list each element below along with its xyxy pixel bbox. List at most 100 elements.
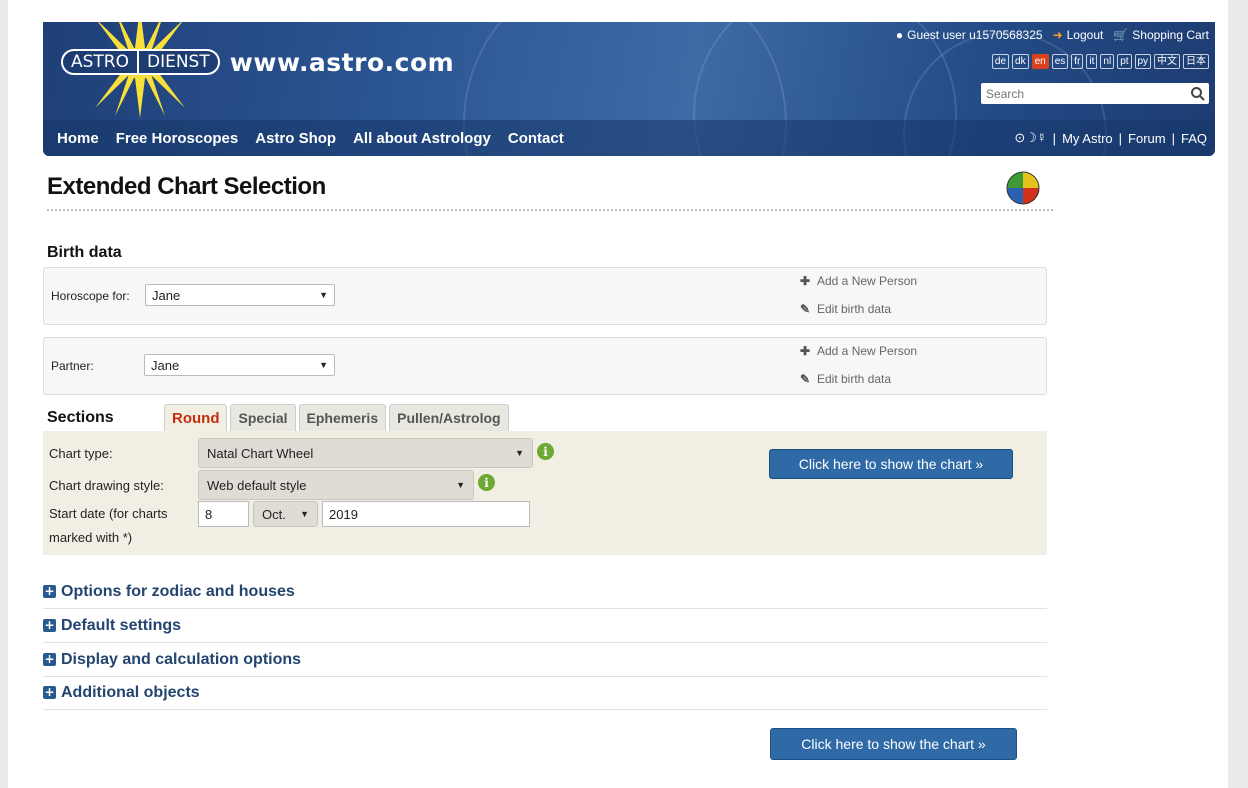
section-tabs: Round Special Ephemeris Pullen/Astrolog [164,404,509,431]
user-bar: ● Guest user u1570568325 ➜ Logout 🛒 Shop… [896,28,1209,42]
accordion-title: Default settings [61,616,182,634]
lang-ru[interactable]: ру [1134,54,1151,69]
user-name: Guest user u1570568325 [907,28,1043,42]
start-day-input[interactable]: 8 [198,501,249,527]
round-tab-panel: Chart type: Natal Chart Wheel ▼ i Chart … [43,431,1047,555]
chevron-down-icon: ▼ [515,448,524,458]
chart-type-select[interactable]: Natal Chart Wheel ▼ [198,438,533,468]
lang-es[interactable]: es [1051,54,1069,69]
lang-de[interactable]: de [991,54,1010,69]
nav-astro-shop[interactable]: Astro Shop [255,130,336,147]
lang-nl[interactable]: nl [1100,54,1115,69]
search-input[interactable] [981,86,1181,101]
add-new-person-label: Add a New Person [817,274,918,288]
horoscope-for-value: Jane [152,287,181,303]
partner-box: Partner: Jane ▼ ✚ Add a New Person ✎ Edi… [43,337,1047,395]
nav-contact[interactable]: Contact [508,130,564,147]
site-logo[interactable]: ASTRO DIENST www.astro.com [61,47,455,77]
shopping-cart-link[interactable]: Shopping Cart [1132,28,1209,42]
edit-birth-data-label: Edit birth data [817,302,892,316]
nav-faq[interactable]: FAQ [1181,131,1207,146]
nav-separator: | [1171,130,1175,146]
user-icon: ● [895,28,904,42]
birth-data-heading: Birth data [47,244,122,261]
chevron-down-icon: ▼ [456,480,465,490]
start-date-label-note: marked with *) [49,530,133,545]
page: ASTRO DIENST www.astro.com ● Guest user … [8,0,1228,788]
page-title: Extended Chart Selection [47,173,326,200]
nav-separator: | [1052,130,1057,146]
lang-fr[interactable]: fr [1071,54,1084,69]
expand-plus-icon: + [43,685,56,699]
lang-it[interactable]: it [1086,54,1098,69]
show-chart-bottom-button[interactable]: Click here to show the chart » [770,728,1017,760]
chevron-down-icon: ▼ [319,290,328,300]
tab-ephemeris[interactable]: Ephemeris [298,404,387,431]
chevron-down-icon: ▼ [319,360,328,370]
drawing-style-label: Chart drawing style: [49,478,164,493]
logout-icon: ➜ [1052,28,1063,42]
lang-dk[interactable]: dk [1012,54,1029,69]
lang-pt[interactable]: pt [1117,54,1132,69]
lang-ja[interactable]: 日本 [1183,54,1209,69]
nav-home[interactable]: Home [57,130,99,147]
chart-type-label: Chart type: [49,446,113,461]
planet-symbols-icon[interactable]: ⊙☽☿ [1014,130,1046,146]
tab-special[interactable]: Special [230,404,296,431]
tab-round[interactable]: Round [164,404,228,431]
edit-birth-data-label: Edit birth data [817,372,892,386]
sections-heading: Sections [47,409,114,426]
edit-birth-data-link[interactable]: ✎ Edit birth data [798,302,891,316]
plus-icon: ✚ [799,344,811,358]
search-box [981,83,1209,104]
nav-my-astro[interactable]: My Astro [1062,131,1113,146]
accordion-title: Options for zodiac and houses [61,582,295,600]
horoscope-for-select[interactable]: Jane ▼ [145,284,335,306]
nav-all-about-astrology[interactable]: All about Astrology [353,130,491,147]
start-month-value: Oct. [262,506,286,522]
info-icon[interactable]: i [478,474,495,491]
secondary-nav: ⊙☽☿ | My Astro | Forum | FAQ [1014,130,1207,146]
site-header: ASTRO DIENST www.astro.com ● Guest user … [43,22,1215,156]
plus-icon: ✚ [799,274,811,288]
logo-astro: ASTRO [61,49,139,75]
horoscope-for-label: Horoscope for: [51,289,130,303]
accordion-additional-objects[interactable]: + Additional objects [43,676,1047,710]
lang-zh[interactable]: 中文 [1154,54,1180,69]
expand-plus-icon: + [43,584,56,598]
nav-separator: | [1118,130,1123,146]
cart-icon: 🛒 [1113,28,1129,42]
logout-link[interactable]: Logout [1067,28,1104,42]
edit-birth-data-link[interactable]: ✎ Edit birth data [798,372,891,386]
lang-en[interactable]: en [1031,54,1049,69]
tab-pullen-astrolog[interactable]: Pullen/Astrolog [389,404,509,431]
start-month-select[interactable]: Oct. ▼ [253,501,318,527]
drawing-style-value: Web default style [207,477,307,493]
nav-forum[interactable]: Forum [1128,131,1166,146]
search-icon[interactable] [1190,86,1206,102]
edit-icon: ✎ [799,302,811,316]
show-chart-button[interactable]: Click here to show the chart » [769,449,1013,479]
expand-plus-icon: + [43,652,56,666]
accordion-default-settings[interactable]: + Default settings [43,609,1047,643]
partner-select[interactable]: Jane ▼ [144,354,335,376]
info-icon[interactable]: i [537,443,554,460]
accordion-display-calculation[interactable]: + Display and calculation options [43,643,1047,677]
edit-icon: ✎ [799,372,811,386]
chart-type-value: Natal Chart Wheel [207,445,314,461]
add-new-person-label: Add a New Person [817,344,918,358]
logo-url: www.astro.com [229,47,455,77]
start-year-input[interactable]: 2019 [322,501,530,527]
main-nav: Home Free Horoscopes Astro Shop All abou… [43,120,1215,156]
nav-free-horoscopes[interactable]: Free Horoscopes [116,130,239,147]
partner-value: Jane [151,357,180,373]
add-new-person-link[interactable]: ✚ Add a New Person [798,344,917,358]
title-divider [47,209,1053,211]
accordion-zodiac-houses[interactable]: + Options for zodiac and houses [43,575,1047,609]
language-selector: de dk en es fr it nl pt ру 中文 日本 [991,54,1209,69]
logo-dienst: DIENST [139,49,220,75]
add-new-person-link[interactable]: ✚ Add a New Person [798,274,917,288]
drawing-style-select[interactable]: Web default style ▼ [198,470,474,500]
partner-label: Partner: [51,359,94,373]
expand-plus-icon: + [43,618,56,632]
